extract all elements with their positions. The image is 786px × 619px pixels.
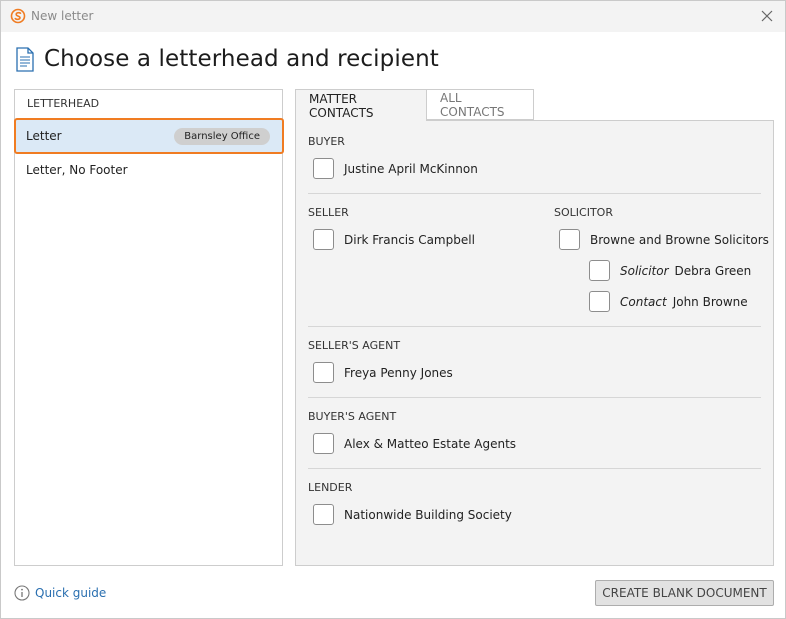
office-badge: Barnsley Office <box>174 128 270 145</box>
close-icon <box>761 10 773 22</box>
contact-checkbox-lender[interactable]: Nationwide Building Society <box>313 504 512 525</box>
contact-name: Justine April McKinnon <box>344 161 478 176</box>
letterhead-item-label: Letter <box>26 129 62 143</box>
section-label-seller: SELLER <box>308 206 349 219</box>
contact-name: Debra Green <box>674 263 752 278</box>
contact-name: Nationwide Building Society <box>344 507 512 522</box>
section-label-buyer: BUYER <box>308 135 345 148</box>
document-icon <box>16 47 34 72</box>
letterhead-header: LETTERHEAD <box>27 97 100 110</box>
contacts-area: MATTER CONTACTS ALL CONTACTS BUYER Justi… <box>295 89 774 566</box>
section-label-sellers-agent: SELLER'S AGENT <box>308 339 401 352</box>
contact-checkbox-seller[interactable]: Dirk Francis Campbell <box>313 229 475 250</box>
checkbox[interactable] <box>313 229 334 250</box>
contact-name: Browne and Browne Solicitors <box>590 232 769 247</box>
checkbox[interactable] <box>589 291 610 312</box>
divider <box>308 326 761 327</box>
quick-guide-link[interactable]: Quick guide <box>14 585 106 601</box>
info-icon <box>14 585 30 601</box>
divider <box>308 468 761 469</box>
contact-checkbox-solicitor-person[interactable]: Solicitor Debra Green <box>589 260 751 281</box>
contact-name: Dirk Francis Campbell <box>344 232 475 247</box>
contact-checkbox-solicitor-contact[interactable]: Contact John Browne <box>589 291 748 312</box>
checkbox[interactable] <box>559 229 580 250</box>
title-bar: New letter <box>1 1 785 32</box>
letterhead-panel: LETTERHEAD Letter Barnsley Office Letter… <box>14 89 284 566</box>
section-label-buyers-agent: BUYER'S AGENT <box>308 410 397 423</box>
section-label-solicitor: SOLICITOR <box>554 206 613 219</box>
letterhead-item-label: Letter, No Footer <box>26 163 128 177</box>
checkbox[interactable] <box>589 260 610 281</box>
letterhead-item-letter[interactable]: Letter Barnsley Office <box>14 118 284 154</box>
contact-role: Solicitor <box>620 263 669 278</box>
window-title: New letter <box>31 9 94 23</box>
close-button[interactable] <box>757 6 777 26</box>
checkbox[interactable] <box>313 504 334 525</box>
section-label-lender: LENDER <box>308 481 353 494</box>
new-letter-dialog: New letter Choose a letterhead and recip… <box>0 0 786 619</box>
contact-name: Freya Penny Jones <box>344 365 453 380</box>
checkbox[interactable] <box>313 362 334 383</box>
contact-role: Contact <box>620 294 667 309</box>
checkbox[interactable] <box>313 158 334 179</box>
app-logo-icon <box>10 8 26 24</box>
checkbox[interactable] <box>313 433 334 454</box>
tab-all-contacts[interactable]: ALL CONTACTS <box>426 89 534 120</box>
contact-checkbox-solicitor-firm[interactable]: Browne and Browne Solicitors <box>559 229 769 250</box>
contact-name: John Browne <box>672 294 748 309</box>
letterhead-item-letter-no-footer[interactable]: Letter, No Footer <box>15 153 283 187</box>
divider <box>308 397 761 398</box>
divider <box>308 193 761 194</box>
quick-guide-label: Quick guide <box>35 586 107 600</box>
matter-contacts-panel: BUYER Justine April McKinnon SELLER Dirk… <box>295 120 774 566</box>
contact-checkbox-buyer[interactable]: Justine April McKinnon <box>313 158 478 179</box>
contact-name: Alex & Matteo Estate Agents <box>344 436 517 451</box>
create-blank-document-button[interactable]: CREATE BLANK DOCUMENT <box>595 580 774 606</box>
contact-checkbox-buyers-agent[interactable]: Alex & Matteo Estate Agents <box>313 433 516 454</box>
contact-checkbox-sellers-agent[interactable]: Freya Penny Jones <box>313 362 453 383</box>
page-title: Choose a letterhead and recipient <box>44 46 439 72</box>
tab-matter-contacts[interactable]: MATTER CONTACTS <box>295 89 427 121</box>
